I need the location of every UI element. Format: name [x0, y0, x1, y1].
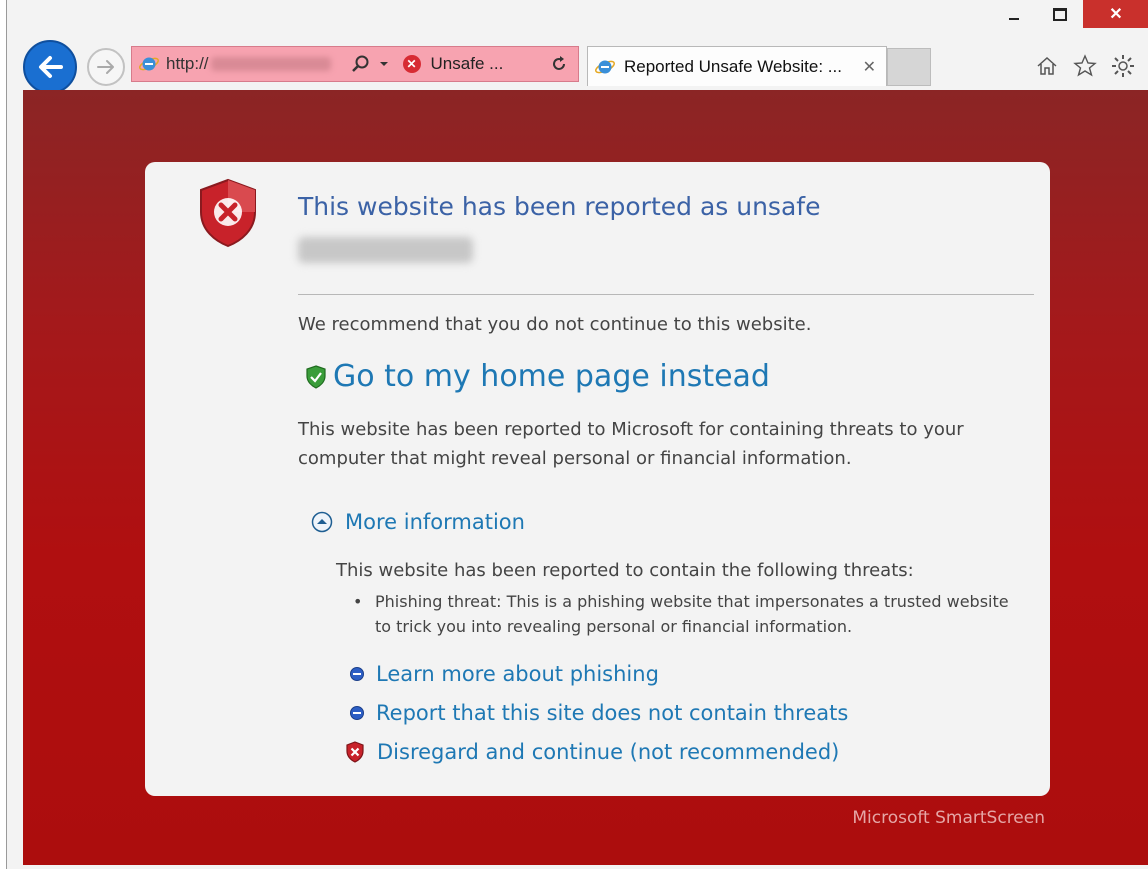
- tab-title: Reported Unsafe Website: ...: [624, 56, 842, 76]
- info-dot-icon: [350, 667, 364, 681]
- unsafe-status-label[interactable]: Unsafe ...: [431, 54, 504, 74]
- recommendation-text: We recommend that you do not continue to…: [298, 314, 812, 335]
- maximize-icon: [1053, 7, 1067, 21]
- back-arrow-icon: [39, 56, 63, 78]
- home-link-label[interactable]: Go to my home page instead: [333, 359, 770, 394]
- warning-card: This website has been reported as unsafe…: [145, 162, 1050, 796]
- more-information-toggle[interactable]: More information: [311, 510, 525, 534]
- maximize-button[interactable]: [1037, 0, 1083, 28]
- search-icon[interactable]: [351, 54, 371, 74]
- unsafe-shield-icon: [346, 741, 364, 763]
- close-icon: ✕: [1109, 6, 1123, 23]
- forward-button[interactable]: [87, 48, 125, 86]
- star-icon[interactable]: [1073, 54, 1097, 78]
- safe-shield-icon: [306, 364, 326, 389]
- threat-item-text: Phishing threat: This is a phishing webs…: [375, 592, 1009, 636]
- more-info-label[interactable]: More information: [345, 510, 525, 534]
- minimize-icon: [1009, 18, 1019, 20]
- blurred-url: [210, 57, 331, 71]
- home-page-link[interactable]: Go to my home page instead: [305, 359, 770, 394]
- smartscreen-page: This website has been reported as unsafe…: [23, 90, 1148, 865]
- new-tab-button[interactable]: [887, 48, 931, 86]
- gear-icon[interactable]: [1111, 54, 1135, 78]
- page-title: This website has been reported as unsafe: [298, 192, 821, 221]
- ie-logo-icon: [595, 60, 615, 73]
- description-text: This website has been reported to Micros…: [298, 419, 964, 469]
- address-url-text: http://: [166, 54, 209, 73]
- learn-more-label[interactable]: Learn more about phishing: [376, 662, 659, 686]
- info-dot-icon: [350, 706, 364, 720]
- disregard-continue-link[interactable]: Disregard and continue (not recommended): [345, 740, 839, 764]
- tab-reported-unsafe[interactable]: Reported Unsafe Website: ... ✕: [587, 46, 887, 86]
- ie-logo-icon: [139, 57, 159, 71]
- bullet: •: [353, 592, 363, 611]
- divider: [298, 294, 1034, 295]
- unsafe-shield-icon: ✕: [402, 55, 421, 73]
- refresh-icon[interactable]: [550, 55, 568, 73]
- home-icon[interactable]: [1035, 54, 1059, 78]
- browser-window: ✕ http:// ✕ Unsafe ... Reported Unsafe W…: [6, 0, 1148, 869]
- report-label[interactable]: Report that this site does not contain t…: [376, 701, 848, 725]
- report-site-link[interactable]: Report that this site does not contain t…: [350, 701, 848, 725]
- back-button[interactable]: [23, 40, 77, 94]
- learn-more-phishing-link[interactable]: Learn more about phishing: [350, 662, 659, 686]
- close-window-button[interactable]: ✕: [1083, 0, 1148, 28]
- threat-list-item: • Phishing threat: This is a phishing we…: [353, 589, 1015, 639]
- blurred-url: [298, 237, 473, 263]
- address-bar[interactable]: http:// ✕ Unsafe ...: [131, 46, 579, 82]
- tab-close-icon[interactable]: ✕: [863, 57, 876, 77]
- forward-arrow-icon: [97, 60, 114, 74]
- threat-heading: This website has been reported to contai…: [336, 560, 914, 581]
- minimize-button[interactable]: [991, 0, 1037, 28]
- chevron-down-icon[interactable]: [377, 57, 391, 71]
- unsafe-shield-icon: [200, 178, 256, 248]
- smartscreen-brand: Microsoft SmartScreen: [852, 808, 1045, 828]
- collapse-arrow-icon: [311, 511, 333, 533]
- window-caption-buttons: ✕: [991, 0, 1148, 30]
- disregard-label[interactable]: Disregard and continue (not recommended): [377, 740, 839, 764]
